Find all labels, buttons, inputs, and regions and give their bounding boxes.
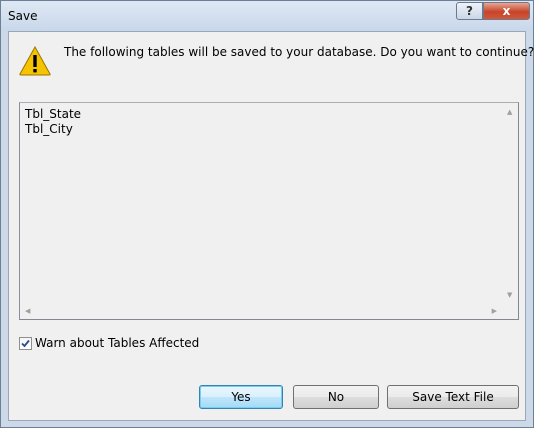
warning-triangle-icon (19, 46, 51, 76)
dialog-body: The following tables will be saved to yo… (8, 31, 534, 421)
scroll-left-icon[interactable]: ◀ (25, 307, 30, 315)
help-button[interactable]: ? (456, 2, 483, 20)
close-icon: x (502, 4, 511, 18)
list-item-tbl-state[interactable]: Tbl_State (25, 107, 81, 122)
scrollbar-corner (502, 303, 518, 319)
no-button[interactable]: No (293, 385, 379, 409)
help-icon: ? (466, 4, 473, 18)
title-bar[interactable]: Save ? x (1, 1, 533, 31)
tables-list: Tbl_State Tbl_City (25, 107, 81, 137)
vertical-scrollbar[interactable]: ▲ ▼ (502, 103, 518, 303)
window-title: Save (8, 9, 38, 23)
tables-listbox[interactable]: Tbl_State Tbl_City ▲ ▼ ◀ ▶ (19, 102, 519, 320)
save-text-file-button[interactable]: Save Text File (387, 385, 519, 409)
horizontal-scrollbar[interactable]: ◀ ▶ (20, 303, 502, 319)
warn-tables-option[interactable]: Warn about Tables Affected (19, 336, 199, 350)
yes-button[interactable]: Yes (199, 385, 283, 409)
close-button[interactable]: x (483, 2, 530, 20)
scroll-down-icon[interactable]: ▼ (507, 291, 512, 299)
scroll-up-icon[interactable]: ▲ (507, 108, 512, 116)
checkmark-icon (21, 339, 30, 347)
list-item-tbl-city[interactable]: Tbl_City (25, 122, 81, 137)
save-dialog-window: Save ? x The following tables will be sa… (0, 0, 534, 428)
scroll-right-icon[interactable]: ▶ (492, 307, 497, 315)
dialog-message: The following tables will be saved to yo… (64, 45, 534, 59)
warn-tables-label: Warn about Tables Affected (35, 336, 200, 350)
warn-tables-checkbox[interactable] (19, 336, 32, 350)
